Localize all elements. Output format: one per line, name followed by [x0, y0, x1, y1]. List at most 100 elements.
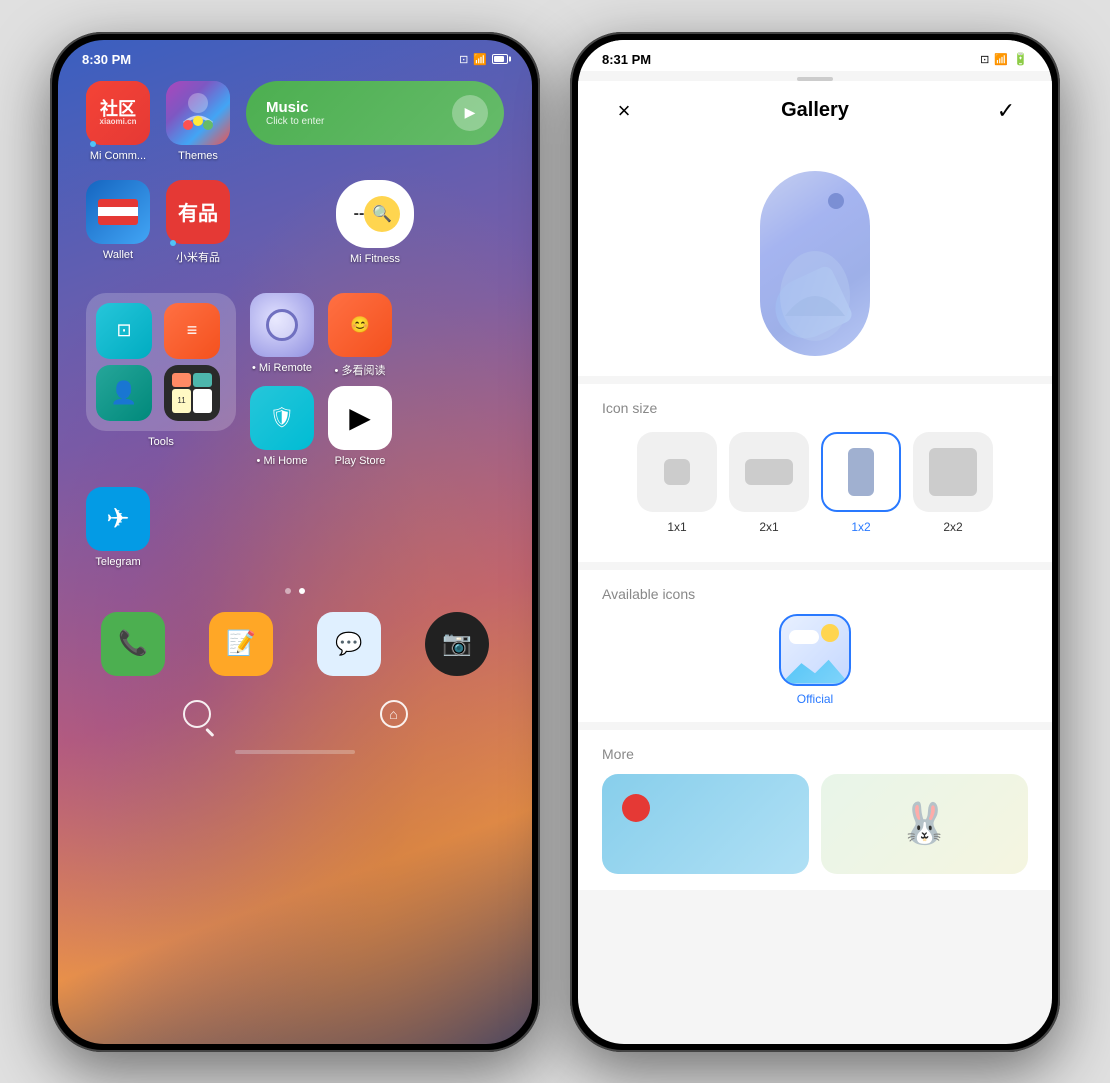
themes-label: Themes — [178, 150, 218, 162]
gallery-header: × Gallery ✓ — [578, 81, 1052, 141]
gallery-svg-art — [770, 196, 860, 346]
dock-messages[interactable]: 💬 — [317, 612, 381, 676]
gallery-art — [781, 616, 849, 684]
anime-art: 🐰 — [821, 774, 1028, 874]
app-row-2: Wallet 有品 小米有品 -- 🔍 Mi Fitness — [58, 172, 532, 273]
confirm-button[interactable]: ✓ — [988, 93, 1024, 129]
home-icon: ⌂ — [380, 700, 408, 728]
gallery-title: Gallery — [781, 99, 849, 122]
size-inner-1x1 — [664, 459, 690, 485]
folder-multi-icon: 11 — [164, 365, 220, 421]
music-sub: Click to enter — [266, 116, 324, 127]
music-play-button[interactable]: ▶ — [452, 95, 488, 131]
youpin-dot — [170, 240, 176, 246]
more-section: More 🐰 — [578, 730, 1052, 890]
youpin-label: 小米有品 — [176, 249, 220, 265]
phone-2: 8:31 PM ⊡ 📶 🔋 × Gallery ✓ — [570, 32, 1060, 1052]
mi-remote-label: • Mi Remote — [252, 362, 312, 374]
wifi-icon-2: 📶 — [994, 53, 1008, 66]
dock: 📞 📝 💬 📷 — [58, 602, 532, 686]
size-label-1x2: 1x2 — [851, 520, 870, 534]
size-option-2x2[interactable]: 2x2 — [913, 432, 993, 534]
more-icons-row: 🐰 — [602, 774, 1028, 874]
standalone-row-1: • Mi Remote 😊 • 多看阅读 — [250, 293, 504, 378]
fitness-icon: 🔍 — [364, 196, 400, 232]
app-mi-fitness[interactable]: -- 🔍 Mi Fitness — [246, 180, 504, 265]
app-mi-home[interactable]: 🛡 • Mi Home — [250, 386, 314, 467]
status-time-1: 8:30 PM — [82, 52, 131, 67]
app-telegram[interactable]: ✈ Telegram — [86, 487, 150, 568]
icon-size-title: Icon size — [602, 400, 1028, 416]
available-icons-title: Available icons — [602, 586, 1028, 602]
size-option-1x2[interactable]: 1x2 — [821, 432, 901, 534]
size-option-1x1[interactable]: 1x1 — [637, 432, 717, 534]
status-bar-1: 8:30 PM ⊡ 📶 — [58, 40, 532, 71]
page-dot-2 — [299, 588, 305, 594]
search-icon — [183, 700, 211, 728]
duokan-label: • 多看阅读 — [335, 362, 386, 378]
page-dots — [58, 580, 532, 602]
app-mi-remote[interactable]: • Mi Remote — [250, 293, 314, 378]
fitness-value: -- — [354, 205, 365, 223]
size-label-1x1: 1x1 — [667, 520, 686, 534]
nav-bar: ⌂ — [58, 686, 532, 750]
gallery-preview — [578, 141, 1052, 376]
bottom-section: ✈ Telegram — [58, 475, 532, 580]
screen-record-icon-2: ⊡ — [980, 53, 989, 66]
size-box-1x1[interactable] — [637, 432, 717, 512]
status-time-2: 8:31 PM — [602, 52, 651, 67]
screen-record-icon: ⊡ — [459, 53, 468, 66]
more-icon-1-dot — [622, 794, 650, 822]
available-icons-section: Available icons Official — [578, 570, 1052, 722]
status-icons-2: ⊡ 📶 🔋 — [980, 52, 1028, 66]
app-themes[interactable]: Themes — [166, 81, 230, 162]
app-duokan[interactable]: 😊 • 多看阅读 — [328, 293, 392, 378]
mi-community-label: Mi Comm... — [90, 150, 146, 162]
separator-1 — [578, 376, 1052, 384]
app-play-store[interactable]: ▶ Play Store — [328, 386, 392, 467]
app-wallet[interactable]: Wallet — [86, 180, 150, 265]
size-option-2x1[interactable]: 2x1 — [729, 432, 809, 534]
available-icon-official[interactable]: Official — [602, 614, 1028, 706]
more-icon-1[interactable] — [602, 774, 809, 874]
size-label-2x2: 2x2 — [943, 520, 962, 534]
icon-size-section: Icon size 1x1 2x1 — [578, 384, 1052, 562]
battery-icon-2: 🔋 — [1013, 52, 1028, 66]
size-box-2x2[interactable] — [913, 432, 993, 512]
official-icon-art — [779, 614, 851, 686]
dock-notes[interactable]: 📝 — [209, 612, 273, 676]
close-button[interactable]: × — [606, 93, 642, 129]
folder-scan-icon: ⊡ — [96, 303, 152, 359]
music-widget[interactable]: Music Click to enter ▶ — [246, 81, 504, 145]
size-inner-2x2 — [929, 448, 977, 496]
sun-shape — [821, 624, 839, 642]
mid-section: ⊡ ≡ 👤 11 Tools — [58, 273, 532, 475]
home-screen: 8:30 PM ⊡ 📶 社区 xiaomi.cn — [58, 40, 532, 1044]
wifi-icon: 📶 — [473, 53, 487, 66]
notification-dot — [90, 141, 96, 147]
size-box-2x1[interactable] — [729, 432, 809, 512]
wallet-label: Wallet — [103, 249, 133, 261]
folder-contacts-icon: 👤 — [96, 365, 152, 421]
nav-search[interactable] — [177, 694, 217, 734]
app-youpin[interactable]: 有品 小米有品 — [166, 180, 230, 265]
mi-home-label: • Mi Home — [257, 455, 308, 467]
size-inner-2x1 — [745, 459, 793, 485]
battery-icon — [492, 54, 508, 64]
official-label: Official — [797, 692, 833, 706]
more-icon-2[interactable]: 🐰 — [821, 774, 1028, 874]
nav-home[interactable]: ⌂ — [374, 694, 414, 734]
dock-phone[interactable]: 📞 — [101, 612, 165, 676]
app-mi-community[interactable]: 社区 xiaomi.cn Mi Comm... — [86, 81, 150, 162]
gallery-icon-art — [760, 171, 870, 356]
fitness-widget[interactable]: -- 🔍 — [336, 180, 415, 248]
dock-camera[interactable]: 📷 — [425, 612, 489, 676]
fitness-label: Mi Fitness — [350, 253, 400, 265]
standalone-row-2: 🛡 • Mi Home ▶ Play Store — [250, 386, 504, 467]
size-box-1x2[interactable] — [821, 432, 901, 512]
play-store-label: Play Store — [335, 455, 386, 467]
app-row-1: 社区 xiaomi.cn Mi Comm... — [58, 71, 532, 172]
tools-folder[interactable]: ⊡ ≡ 👤 11 — [86, 293, 236, 431]
separator-2 — [578, 562, 1052, 570]
folder-calc-icon: ≡ — [164, 303, 220, 359]
